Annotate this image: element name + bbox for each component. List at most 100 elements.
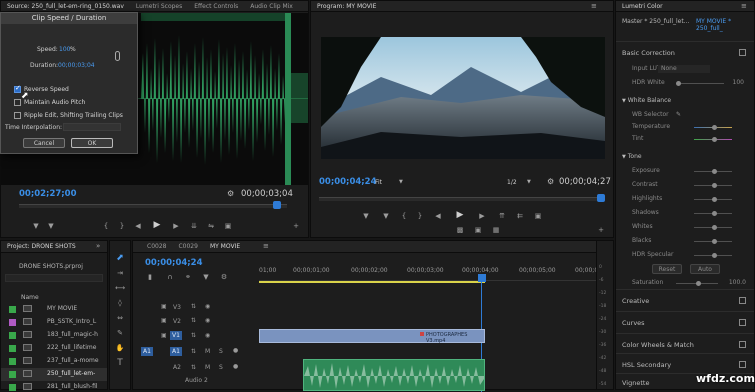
lumetri-menu-icon[interactable]: ≡ (741, 2, 747, 10)
slider-knob[interactable] (712, 125, 718, 130)
tab-audio-clip-mix[interactable]: Audio Clip Mix (244, 1, 299, 11)
hdr-white-slider[interactable] (676, 81, 724, 86)
fx-toggle-checkbox[interactable] (739, 297, 746, 304)
mic-icon[interactable]: ● (233, 363, 238, 370)
duration-value[interactable]: 00;00;03;04 (58, 62, 95, 69)
shadows-slider[interactable] (694, 211, 732, 216)
pen-tool-icon[interactable]: ✎ (115, 328, 125, 338)
white-balance-header[interactable]: ▼ White Balance (616, 95, 754, 107)
lift-icon[interactable]: ⇈ (497, 211, 507, 221)
track-select-tool-icon[interactable]: ⇥ (115, 268, 125, 278)
video-clip[interactable]: PHOTOGRAPHES V3.mp4 (259, 329, 485, 344)
source-playhead[interactable] (273, 201, 281, 209)
tab-project[interactable]: Project: DRONE SHOTS (1, 241, 82, 252)
sync-lock-icon[interactable]: ⇅ (191, 348, 196, 355)
proxy-icon[interactable]: ▦ (491, 225, 501, 235)
creative-section[interactable]: Creative (616, 289, 754, 311)
prog-step-forward-icon[interactable]: ▶ (477, 211, 487, 221)
saturation-value[interactable]: 100.0 (729, 277, 746, 289)
source-time-ruler[interactable] (19, 204, 287, 208)
prog-mark-in-icon[interactable]: ▼ (361, 211, 371, 221)
resolution-chevron-icon[interactable]: ▼ (527, 179, 531, 185)
snap-icon[interactable]: ∩ (165, 272, 175, 282)
name-column-header[interactable]: Name (21, 294, 39, 301)
tint-slider[interactable] (694, 137, 732, 142)
type-tool-icon[interactable]: T (115, 358, 125, 368)
fx-toggle-checkbox[interactable] (739, 341, 746, 348)
contrast-slider[interactable] (694, 183, 732, 188)
audio-clip[interactable] (303, 359, 485, 391)
basic-correction-section[interactable]: Basic Correction (616, 41, 754, 63)
sync-lock-icon[interactable]: ⇅ (191, 317, 196, 324)
timeline-settings-icon[interactable]: ⚙ (219, 272, 229, 282)
slider-knob[interactable] (712, 169, 718, 174)
curves-section[interactable]: Curves (616, 311, 754, 333)
fx-toggle-checkbox[interactable] (739, 361, 746, 368)
step-back-icon[interactable]: ◀ (133, 221, 143, 231)
slider-knob[interactable] (676, 81, 681, 86)
prog-mark-out-bracket-icon[interactable]: } (415, 211, 425, 221)
temperature-slider[interactable] (694, 125, 732, 130)
project-search-input[interactable] (5, 274, 103, 282)
timeline-timecode[interactable]: 00;00;04;24 (145, 258, 203, 268)
eye-icon[interactable]: ◉ (205, 317, 210, 324)
extract-icon[interactable]: ⇇ (515, 211, 525, 221)
lock-icon[interactable]: ▣ (161, 303, 167, 310)
slider-knob[interactable] (712, 211, 718, 216)
linked-selection-icon[interactable]: ⚭ (183, 272, 193, 282)
ripple-edit-tool-icon[interactable]: ⟷ (115, 283, 125, 293)
mark-in-icon[interactable]: ▼ (31, 221, 41, 231)
program-menu-icon[interactable]: ≡ (591, 2, 597, 10)
source-playhead-timecode[interactable]: 00;02;27;00 (19, 189, 77, 199)
export-frame-icon[interactable]: ▣ (223, 221, 233, 231)
work-area-bar[interactable] (259, 281, 485, 283)
nest-toggle-icon[interactable]: ▮ (145, 272, 155, 282)
highlights-slider[interactable] (694, 197, 732, 202)
fit-chevron-icon[interactable]: ▼ (399, 179, 403, 185)
slider-knob[interactable] (712, 225, 718, 230)
mic-icon[interactable]: ● (233, 347, 238, 354)
project-overflow-icon[interactable]: » (96, 242, 100, 250)
fx-toggle-checkbox[interactable] (739, 49, 746, 56)
prog-mark-in-bracket-icon[interactable]: { (399, 211, 409, 221)
time-interp-dropdown[interactable] (63, 123, 121, 131)
slider-knob[interactable] (712, 253, 718, 258)
tab-sequence-c0029[interactable]: C0029 (172, 241, 203, 252)
mute-button[interactable]: M (205, 364, 210, 371)
slider-knob[interactable] (712, 137, 718, 142)
slider-knob[interactable] (712, 197, 718, 202)
tab-effect-controls[interactable]: Effect Controls (188, 1, 244, 11)
mark-out-icon[interactable]: ▼ (46, 221, 56, 231)
sequence-clip-selector[interactable]: MY MOVIE * 250_full_ (696, 18, 754, 32)
mark-out-bracket-icon[interactable]: } (117, 221, 127, 231)
program-play-icon[interactable]: ▶ (455, 210, 465, 220)
master-clip-selector[interactable]: Master * 250_full_let... (622, 18, 689, 25)
comparison-view-icon[interactable]: ▩ (455, 225, 465, 235)
exposure-slider[interactable] (694, 169, 732, 174)
sync-lock-icon[interactable]: ⇅ (191, 303, 196, 310)
timeline-ruler[interactable]: 01;00 00;00;01;00 00;00;02;00 00;00;03;0… (259, 267, 613, 281)
list-item[interactable]: PB_SSTK_Intro_L (1, 316, 107, 329)
solo-button[interactable]: S (219, 348, 223, 355)
auto-button[interactable]: Auto (690, 264, 720, 274)
tab-lumetri-color[interactable]: Lumetri Color (616, 1, 669, 11)
source-play-icon[interactable]: ▶ (152, 220, 162, 230)
timeline-menu-icon[interactable]: ≡ (263, 242, 269, 250)
list-item-selected[interactable]: 250_full_let-em- (1, 368, 107, 381)
source-patch-a1[interactable]: A1 (141, 347, 153, 356)
timeline-playhead-head[interactable] (478, 274, 486, 282)
fx-toggle-checkbox[interactable] (739, 319, 746, 326)
program-time-ruler[interactable] (319, 197, 603, 201)
ok-button[interactable]: OK (71, 138, 113, 148)
link-chain-icon[interactable] (115, 51, 120, 61)
lock-icon[interactable]: ▣ (161, 332, 167, 339)
add-marker-icon[interactable]: ▼ (201, 272, 211, 282)
list-item[interactable]: 222_full_lifetime (1, 342, 107, 355)
slider-knob[interactable] (712, 183, 718, 188)
slip-tool-icon[interactable]: ⇔ (115, 313, 125, 323)
tab-sequence-c0028[interactable]: C0028 (133, 241, 172, 252)
list-item[interactable]: MY MOVIE (1, 303, 107, 316)
hdr-specular-slider[interactable] (694, 253, 732, 258)
tab-lumetri-scopes[interactable]: Lumetri Scopes (130, 1, 188, 11)
resolution-dropdown[interactable]: 1/2 (507, 179, 517, 186)
